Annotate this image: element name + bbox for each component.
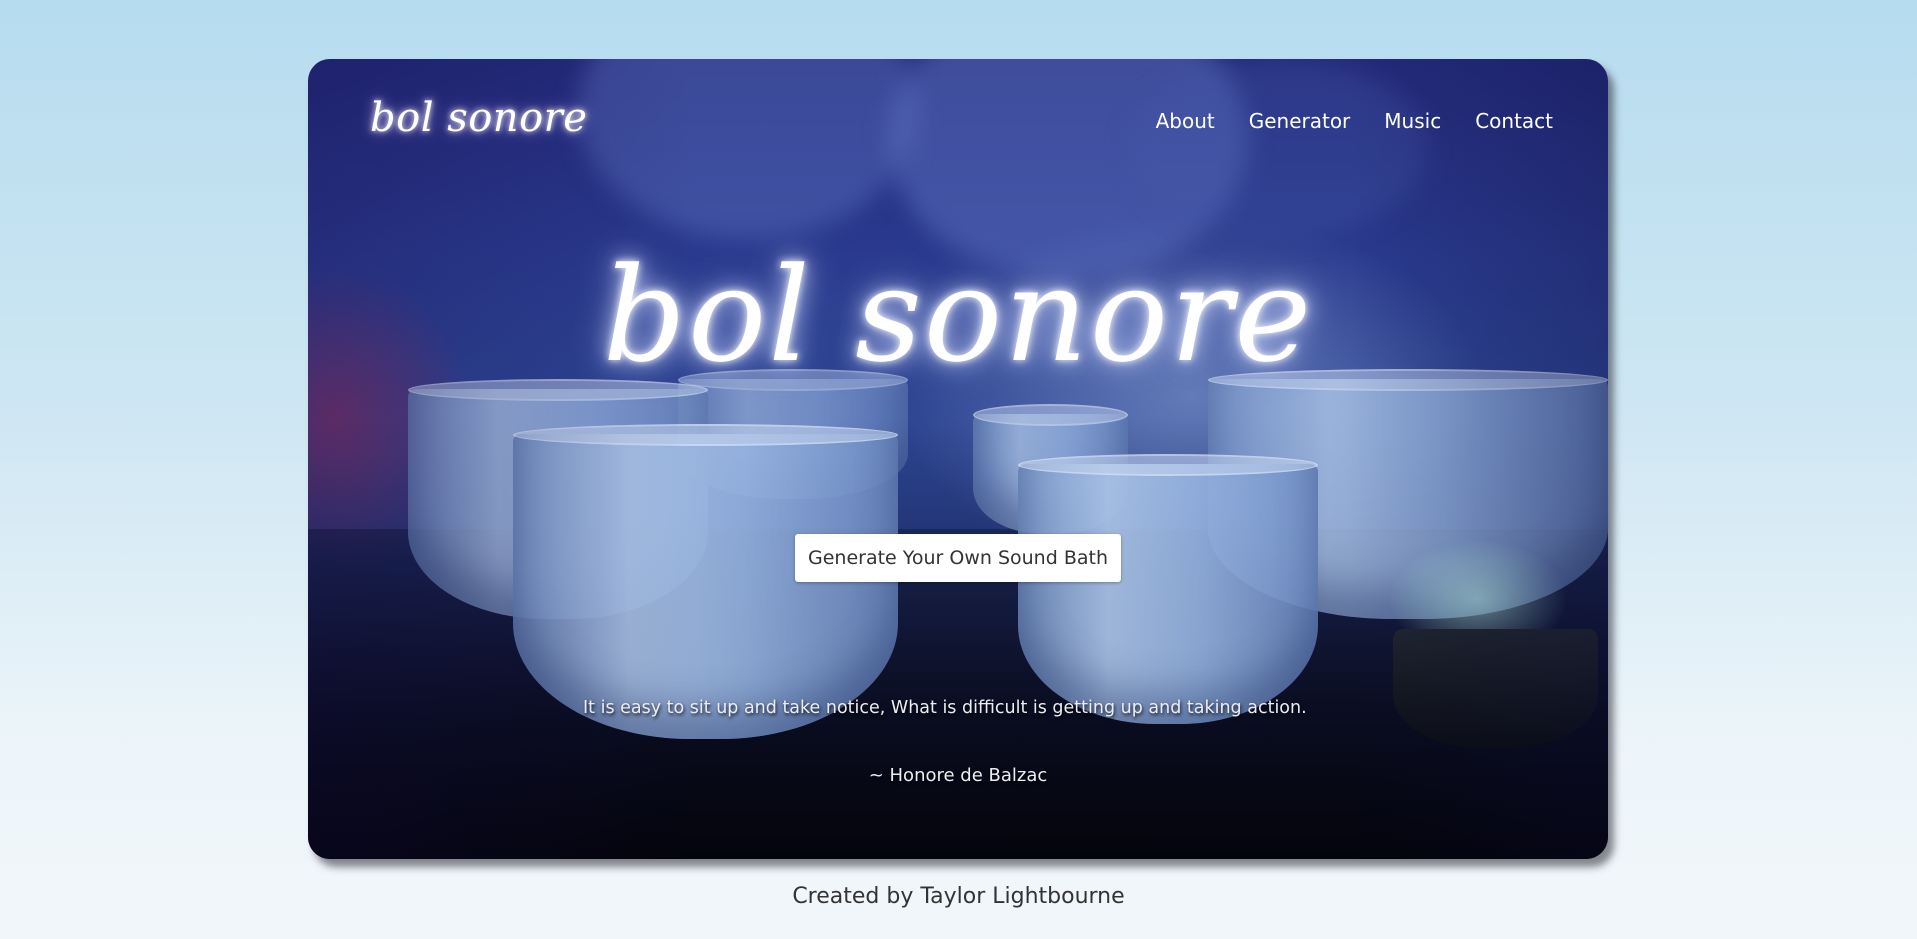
nav-link-music[interactable]: Music [1384,109,1441,133]
nav-link-about[interactable]: About [1156,109,1215,133]
hero-title: bol sonore [602,239,1314,391]
quote-text: It is easy to sit up and take notice, Wh… [583,698,1307,718]
nav-logo[interactable]: bol sonore [370,95,587,141]
hero-section: bol sonore About Generator Music Contact… [308,59,1608,859]
footer-credit: Created by Taylor Lightbourne [792,884,1125,909]
quote-author: ~ Honore de Balzac [868,765,1048,786]
main-nav: About Generator Music Contact [1156,109,1553,133]
background-overlay [308,59,1608,859]
nav-link-contact[interactable]: Contact [1475,109,1553,133]
nav-link-generator[interactable]: Generator [1249,109,1351,133]
generate-sound-bath-button[interactable]: Generate Your Own Sound Bath [795,534,1121,582]
